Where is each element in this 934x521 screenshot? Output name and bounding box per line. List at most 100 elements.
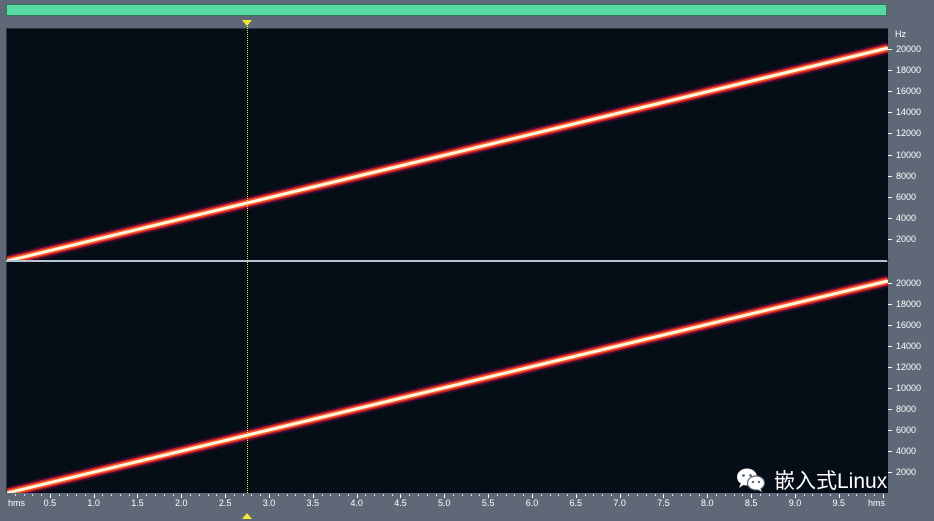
frequency-tick-label: 16000 [896,86,922,97]
time-tick-label: 3.0 [262,498,276,508]
frequency-tick-label: 18000 [896,299,922,309]
time-tick-minor [365,494,367,496]
spectrogram-channel-2[interactable] [6,262,889,493]
time-tick-minor [409,494,411,496]
time-tick-minor [470,494,472,496]
time-tick-minor [102,494,104,496]
time-tick-minor [610,494,612,496]
frequency-tick-label: 12000 [896,128,922,139]
frequency-axis-channel-1: Hz 20000 18000 16000 14000 12000 10000 8000 600… [888,28,934,260]
time-tick-minor [374,494,376,496]
time-unit-left: hms [8,498,26,508]
time-tick-minor [32,494,34,496]
frequency-tick-mark [888,367,892,368]
playback-cursor[interactable] [247,26,249,495]
frequency-tick-label: 10000 [896,149,922,160]
time-tick-label: 9.0 [788,498,802,508]
time-tick-minor [479,494,481,496]
time-tick-minor [567,494,569,496]
frequency-tick-label: 14000 [896,341,922,351]
time-unit-right: hms [867,498,885,508]
time-tick-minor [645,494,647,496]
time-tick-minor [260,494,262,496]
frequency-tick-label: 8000 [896,170,917,181]
time-tick-minor [672,494,674,496]
frequency-tick-mark [888,304,892,305]
frequency-tick-mark [888,70,892,72]
frequency-tick-label: 6000 [896,425,917,435]
frequency-tick-label: 4000 [896,446,917,456]
time-tick-minor [251,494,253,496]
frequency-tick-mark [888,430,892,431]
spectrogram-plot [7,41,888,261]
time-tick-minor [198,494,200,496]
time-tick-minor [321,494,323,496]
time-tick-minor [540,494,542,496]
time-tick-minor [163,494,165,496]
frequency-tick-mark [888,325,892,326]
frequency-tick-label: 2000 [896,233,917,244]
time-tick-minor [347,494,349,496]
overview-bar[interactable] [6,4,887,16]
frequency-sweep-line-layer-4 [7,46,888,261]
time-tick-minor [654,494,656,496]
time-tick-label: 2.5 [218,498,232,508]
time-tick-label: 9.5 [832,498,846,508]
time-tick-minor [207,494,209,496]
time-tick-minor [76,494,78,496]
time-tick-minor [496,494,498,496]
frequency-tick-mark [888,133,892,135]
time-tick-minor [558,494,560,496]
watermark: 嵌入式Linux [736,463,887,497]
time-tick-label: 2.0 [175,498,188,508]
frequency-tick-label: 14000 [896,107,922,118]
time-tick-minor [461,494,463,496]
time-tick-label: 4.5 [394,498,407,508]
spectrogram-channel-1[interactable] [6,28,889,261]
time-tick-minor [111,494,113,496]
frequency-tick-label: 10000 [896,383,922,393]
time-tick-label: 0.5 [43,498,57,508]
time-tick-label: 3.5 [306,498,320,508]
time-tick-minor [119,494,121,496]
time-tick-minor [23,494,25,496]
frequency-tick-label: 20000 [896,44,922,55]
time-tick-minor [242,494,244,496]
time-tick-minor [41,494,43,496]
time-tick-minor [286,494,288,496]
frequency-tick-mark [888,49,892,51]
frequency-tick-mark [888,388,892,389]
frequency-tick-mark [888,472,892,473]
frequency-tick-mark [888,91,892,93]
time-tick-label: 5.5 [481,498,495,508]
frequency-tick-label: 12000 [896,362,922,372]
frequency-tick-label: 18000 [896,65,922,76]
time-tick-minor [233,494,235,496]
time-tick-minor [733,494,735,496]
time-tick-minor [14,494,16,496]
frequency-tick-mark [888,451,892,452]
time-tick-minor [339,494,341,496]
time-tick-minor [418,494,419,496]
time-tick-minor [602,494,604,496]
time-tick-label: 1.0 [87,498,100,508]
time-tick-minor [637,494,639,496]
time-tick-minor [698,494,700,496]
time-tick-label: 5.0 [438,498,451,508]
time-tick-minor [190,494,192,496]
time-tick-minor [426,494,428,496]
time-tick-label: 7.5 [657,498,670,508]
time-tick-label: 1.5 [131,498,144,508]
time-tick-minor [716,494,718,496]
frequency-unit-label: Hz [895,29,906,39]
time-tick-minor [172,494,174,496]
time-tick-minor [549,494,551,496]
time-tick-minor [391,494,393,496]
frequency-sweep-line-layer-4 [7,279,888,493]
frequency-tick-label: 6000 [896,191,917,202]
time-tick-minor [84,494,86,496]
cursor-marker-bottom[interactable] [242,513,253,519]
watermark-text: 嵌入式Linux [774,470,888,493]
frequency-tick-label: 2000 [896,467,917,477]
time-tick-minor [67,494,69,496]
